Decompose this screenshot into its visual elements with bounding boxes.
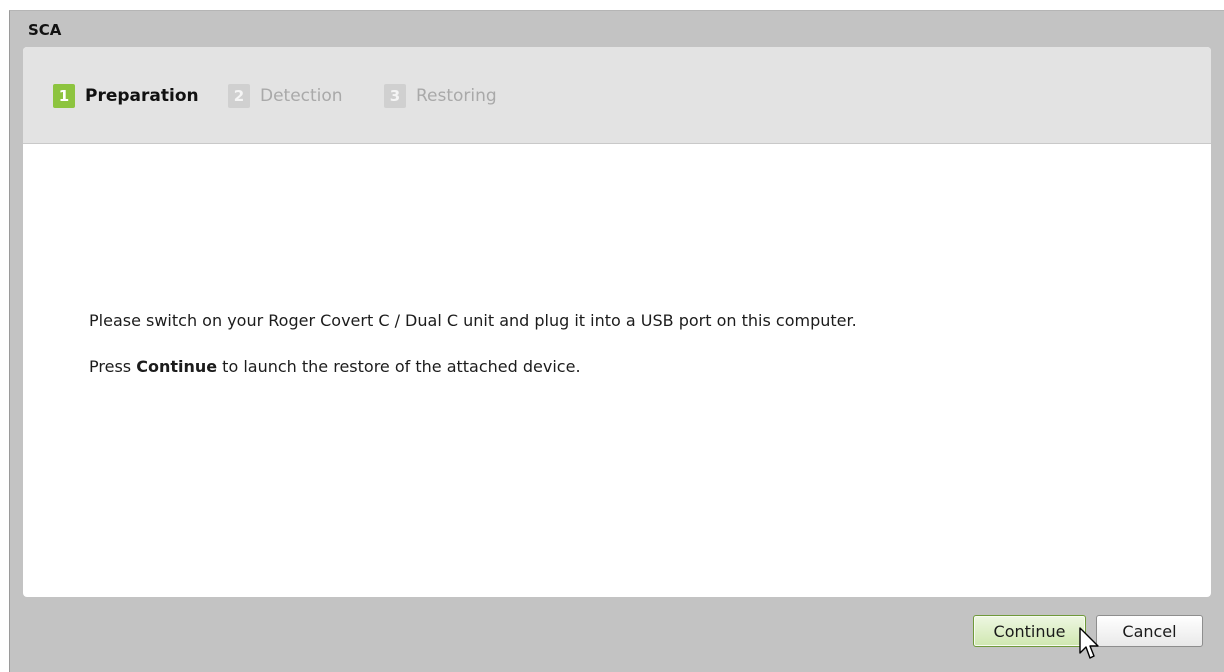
mouse-pointer-icon [1079,627,1099,659]
instruction-line-2: Press Continue to launch the restore of … [89,357,1189,376]
step-restoring: 3 Restoring [384,84,497,108]
wizard-panel: 1 Preparation 2 Detection 3 Restoring Pl… [23,47,1211,597]
instruction-continue-keyword: Continue [136,357,218,376]
sca-window: SCA 1 Preparation 2 Detection 3 Restorin… [9,10,1224,672]
step-number-badge: 1 [53,84,75,108]
window-title: SCA [28,21,62,39]
title-bar[interactable]: SCA [10,11,1224,45]
step-label: Detection [260,86,343,106]
step-number-badge: 3 [384,84,406,108]
cancel-button[interactable]: Cancel [1096,615,1203,647]
step-label: Preparation [85,86,199,106]
step-preparation: 1 Preparation [53,84,199,108]
instruction-prefix: Press [89,357,137,376]
wizard-step-bar: 1 Preparation 2 Detection 3 Restoring [23,47,1211,144]
step-detection: 2 Detection [228,84,343,108]
continue-button[interactable]: Continue [973,615,1086,647]
instruction-suffix: to launch the restore of the attached de… [217,357,581,376]
step-number-badge: 2 [228,84,250,108]
instruction-line-1: Please switch on your Roger Covert C / D… [89,311,857,330]
step-label: Restoring [416,86,497,106]
instructions: Please switch on your Roger Covert C / D… [89,311,1189,376]
